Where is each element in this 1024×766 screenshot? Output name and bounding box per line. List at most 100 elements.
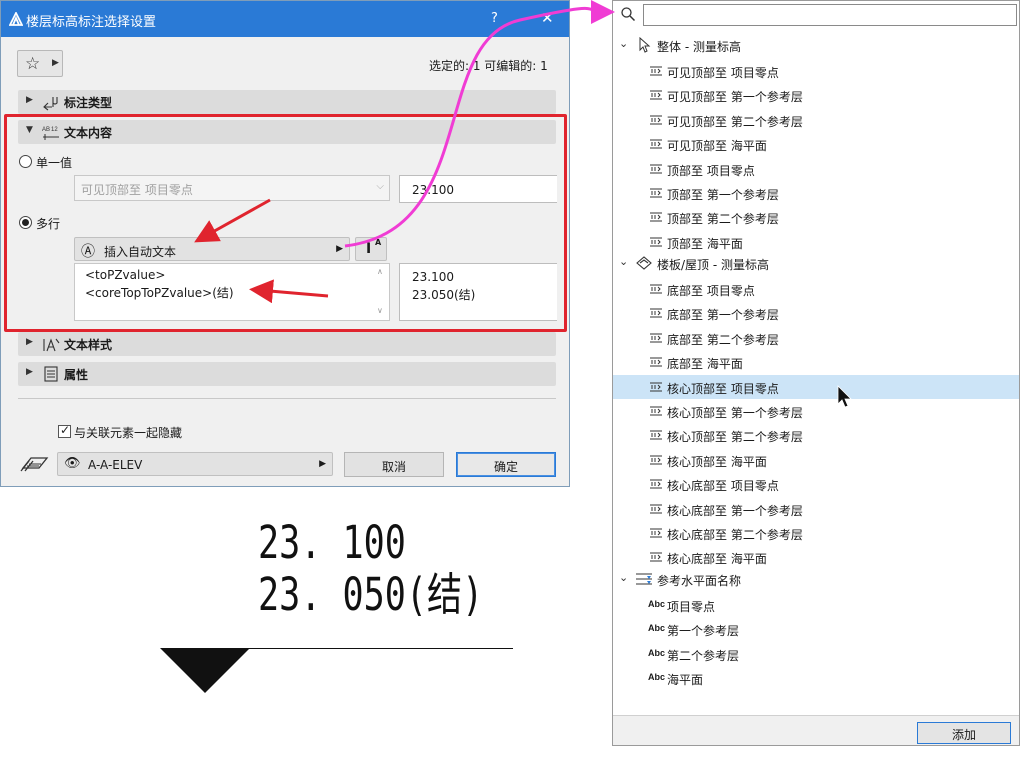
- star-icon: ☆: [25, 54, 41, 74]
- favorites-button[interactable]: ☆ ▶: [17, 50, 63, 77]
- triangle-right-icon: ▶: [319, 459, 326, 469]
- scroll-down-icon[interactable]: ∨: [377, 306, 383, 315]
- dialog-titlebar: 楼层标高标注选择设置 ? ✕: [1, 1, 569, 37]
- section-annotation-type[interactable]: ▶ 标注类型: [18, 90, 556, 114]
- autotext-value-icon: [650, 115, 662, 125]
- ok-button[interactable]: 确定: [456, 452, 556, 477]
- popup-footer: 添加: [613, 715, 1019, 745]
- multi-line-textarea[interactable]: <toPZvalue> <coreTopToPZvalue>(结) ∧ ∨: [74, 263, 390, 321]
- group-overall[interactable]: ⌄ 整体 - 测量标高: [613, 35, 1019, 57]
- multi-line-radio[interactable]: [19, 216, 32, 229]
- section-label: 属性: [64, 368, 89, 382]
- single-value-preview: 23.100: [399, 175, 557, 203]
- elevation-marker-triangle: [160, 648, 250, 693]
- autotext-value-icon: [650, 90, 662, 100]
- list-item[interactable]: 顶部至 项目零点: [613, 157, 1019, 181]
- autotext-value-icon: [650, 284, 662, 294]
- elevation-preview: 23. 100 23. 050(结): [258, 517, 483, 621]
- list-item[interactable]: Abc 第二个参考层: [613, 642, 1019, 666]
- list-item[interactable]: 底部至 第一个参考层: [613, 301, 1019, 325]
- list-item[interactable]: 顶部至 海平面: [613, 230, 1019, 254]
- list-item[interactable]: 顶部至 第一个参考层: [613, 181, 1019, 205]
- expand-arrow-icon: ▶: [26, 337, 33, 347]
- combo-value: 可见顶部至 项目零点: [81, 183, 193, 197]
- close-button[interactable]: ✕: [541, 9, 554, 27]
- scroll-up-icon[interactable]: ∧: [377, 267, 383, 276]
- list-item[interactable]: 核心顶部至 第一个参考层: [613, 399, 1019, 423]
- list-item[interactable]: 底部至 项目零点: [613, 277, 1019, 301]
- list-item[interactable]: 可见顶部至 第一个参考层: [613, 83, 1019, 107]
- list-item-label: 核心底部至 项目零点: [667, 479, 779, 494]
- list-item[interactable]: Abc 项目零点: [613, 593, 1019, 617]
- autotext-value-icon: [650, 164, 662, 174]
- autotext-value-icon: [650, 212, 662, 222]
- list-item[interactable]: 核心顶部至 第二个参考层: [613, 423, 1019, 447]
- autotext-value-icon: [650, 479, 662, 489]
- layer-select[interactable]: 👁 A-A-ELEV ▶: [57, 452, 333, 476]
- help-button[interactable]: ?: [491, 11, 498, 26]
- list-item[interactable]: Abc 第一个参考层: [613, 617, 1019, 641]
- list-item[interactable]: 可见顶部至 第二个参考层: [613, 108, 1019, 132]
- multi-line-label: 多行: [36, 217, 61, 231]
- textarea-scrollbar[interactable]: ∧ ∨: [373, 264, 389, 320]
- autotext-value-icon: [650, 308, 662, 318]
- list-item-label: 核心顶部至 第一个参考层: [667, 406, 803, 420]
- layers-icon: [20, 457, 49, 472]
- svg-text:12: 12: [51, 127, 58, 133]
- search-input[interactable]: [643, 4, 1017, 26]
- list-item-label: 顶部至 海平面: [667, 236, 743, 251]
- selection-info: 选定的: 1 可编辑的: 1: [429, 59, 548, 73]
- section-text-content[interactable]: ▼ AB 12 文本内容: [18, 120, 556, 144]
- properties-icon: [44, 366, 58, 382]
- list-item-label: 第二个参考层: [667, 648, 740, 663]
- list-item-label: 可见顶部至 第二个参考层: [667, 114, 803, 129]
- list-item-label: 核心底部至 海平面: [667, 552, 767, 567]
- hide-with-linked-checkbox[interactable]: [58, 423, 71, 438]
- list-item[interactable]: 核心底部至 第二个参考层: [613, 521, 1019, 545]
- list-item[interactable]: Abc 海平面: [613, 666, 1019, 690]
- list-item[interactable]: 核心顶部至 项目零点: [613, 374, 1019, 399]
- cursor-icon: [639, 37, 651, 53]
- abc-text-icon: Abc: [648, 672, 666, 683]
- settings-dialog: 楼层标高标注选择设置 ? ✕ ☆ ▶ 选定的: 1 可编辑的: 1 ▶ 标注类型…: [0, 0, 570, 487]
- list-item[interactable]: 核心底部至 海平面: [613, 545, 1019, 569]
- autotext-value-icon: [650, 66, 662, 76]
- list-item[interactable]: 底部至 第二个参考层: [613, 326, 1019, 350]
- preview-value: 23.100: [412, 183, 454, 197]
- autotext-value-icon: [650, 552, 662, 562]
- group-slab-roof[interactable]: ⌄ 楼板/屋顶 - 测量标高: [613, 253, 1019, 275]
- list-item[interactable]: 顶部至 第二个参考层: [613, 205, 1019, 229]
- group-label: 整体 - 测量标高: [657, 40, 741, 54]
- section-label: 文本样式: [64, 338, 113, 352]
- list-item-label: 底部至 海平面: [667, 357, 743, 372]
- single-value-radio[interactable]: [19, 155, 32, 168]
- chevron-down-icon: ⌄: [619, 255, 629, 268]
- list-item[interactable]: 可见顶部至 海平面: [613, 132, 1019, 156]
- text-style-button[interactable]: I A: [355, 237, 387, 261]
- group-label: 参考水平面名称: [657, 574, 742, 588]
- dialog-title: 楼层标高标注选择设置: [26, 15, 157, 30]
- section-properties[interactable]: ▶ 属性: [18, 362, 556, 386]
- list-item-label: 海平面: [667, 673, 704, 688]
- list-item-label: 可见顶部至 第一个参考层: [667, 90, 803, 105]
- list-item[interactable]: 底部至 海平面: [613, 350, 1019, 374]
- search-icon: [621, 7, 636, 22]
- group-reference-levels[interactable]: ⌄ 参考水平面名称: [613, 569, 1019, 591]
- text-style-icon: [43, 338, 60, 352]
- list-item-label: 底部至 第一个参考层: [667, 308, 779, 323]
- list-item[interactable]: 核心底部至 第一个参考层: [613, 497, 1019, 521]
- section-text-style[interactable]: ▶ 文本样式: [18, 332, 556, 356]
- insert-autotext-button[interactable]: Ⓐ 插入自动文本 ▶: [74, 237, 350, 261]
- list-item[interactable]: 核心底部至 项目零点: [613, 472, 1019, 496]
- annotation-type-icon: [43, 97, 58, 111]
- cancel-button[interactable]: 取消: [344, 452, 444, 477]
- list-item[interactable]: 可见顶部至 项目零点: [613, 59, 1019, 83]
- collapse-arrow-icon: ▼: [26, 125, 33, 135]
- list-item[interactable]: 核心顶部至 海平面: [613, 448, 1019, 472]
- triangle-right-icon: ▶: [336, 244, 343, 254]
- chevron-down-icon: ⌄: [619, 37, 629, 50]
- reference-level-icon: [636, 573, 652, 585]
- add-button[interactable]: 添加: [917, 722, 1011, 744]
- autotext-value-icon: [650, 406, 662, 416]
- multi-line-preview: 23.100 23.050(结): [399, 263, 557, 321]
